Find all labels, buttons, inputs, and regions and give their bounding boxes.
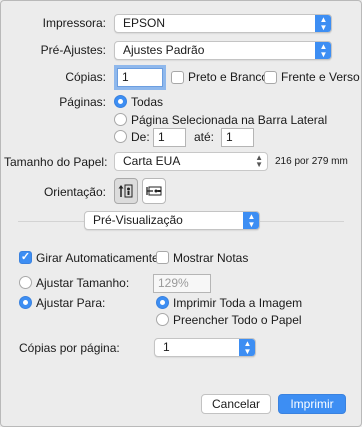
fit-radio[interactable] — [19, 296, 32, 309]
scale-field[interactable]: 129% — [153, 274, 211, 293]
show-notes-checkbox[interactable] — [156, 251, 169, 264]
black-white-checkbox[interactable] — [171, 71, 184, 84]
duplex-checkbox[interactable] — [264, 71, 277, 84]
section-menu-popup[interactable]: Pré-Visualização ▲ ▼ — [84, 211, 260, 230]
pages-to-label: até: — [194, 130, 215, 144]
copies-per-page-popup[interactable]: 1 ▲ ▼ — [154, 338, 256, 357]
presets-label: Pré-Ajustes: — [40, 43, 106, 57]
paper-dimensions: 216 por 279 mm — [275, 156, 348, 167]
chevron-updown-icon: ▲ ▼ — [239, 339, 255, 356]
fit-label: Ajustar Para: — [36, 296, 106, 310]
chevron-updown-icon: ▲ ▼ — [315, 15, 331, 32]
fill-paper-radio[interactable] — [156, 313, 169, 326]
pages-all-label: Todas — [131, 95, 164, 109]
paper-size-value: Carta EUA — [123, 154, 181, 168]
pages-range-radio[interactable] — [114, 130, 127, 143]
presets-value: Ajustes Padrão — [123, 43, 205, 57]
portrait-icon — [118, 184, 133, 198]
copies-label: Cópias: — [65, 70, 106, 84]
print-entire-radio[interactable] — [156, 296, 169, 309]
landscape-icon — [146, 186, 162, 196]
fill-paper-label: Preencher Todo o Papel — [173, 313, 302, 327]
print-button[interactable]: Imprimir — [278, 394, 346, 414]
copies-field[interactable]: 1 — [117, 68, 163, 87]
scale-radio[interactable] — [19, 276, 32, 289]
section-menu-value: Pré-Visualização — [93, 213, 183, 227]
pages-all-radio[interactable] — [114, 95, 127, 108]
chevron-updown-icon: ▲ ▼ — [315, 42, 331, 59]
show-notes-label: Mostrar Notas — [173, 251, 249, 265]
black-white-label: Preto e Branco — [188, 70, 269, 84]
presets-popup[interactable]: Ajustes Padrão ▲ ▼ — [114, 41, 332, 60]
landscape-button[interactable] — [142, 178, 166, 204]
chevron-updown-icon: ▲ ▼ — [255, 153, 263, 169]
auto-rotate-checkbox[interactable]: ✓ — [19, 251, 32, 264]
duplex-label: Frente e Verso — [281, 70, 360, 84]
copies-per-page-value: 1 — [163, 340, 170, 354]
print-entire-label: Imprimir Toda a Imagem — [173, 296, 303, 310]
paper-size-label: Tamanho do Papel: — [4, 155, 108, 169]
pages-selection-radio[interactable] — [114, 113, 127, 126]
printer-popup[interactable]: EPSON ▲ ▼ — [114, 14, 332, 33]
portrait-button[interactable] — [114, 178, 138, 204]
orientation-label: Orientação: — [43, 185, 106, 199]
copies-per-page-label: Cópias por página: — [19, 341, 120, 355]
cancel-button[interactable]: Cancelar — [201, 394, 271, 414]
pages-from-label: De: — [131, 130, 150, 144]
chevron-updown-icon: ▲ ▼ — [243, 212, 259, 229]
pages-from-field[interactable]: 1 — [153, 128, 186, 147]
scale-label: Ajustar Tamanho: — [36, 276, 130, 290]
printer-label: Impressora: — [42, 16, 106, 30]
pages-label: Páginas: — [59, 95, 106, 109]
pages-to-field[interactable]: 1 — [221, 128, 254, 147]
pages-selection-label: Página Selecionada na Barra Lateral — [131, 113, 328, 127]
auto-rotate-label: Girar Automaticamente — [36, 251, 159, 265]
paper-size-popup[interactable]: Carta EUA ▲ ▼ — [114, 152, 268, 171]
printer-value: EPSON — [123, 16, 166, 30]
